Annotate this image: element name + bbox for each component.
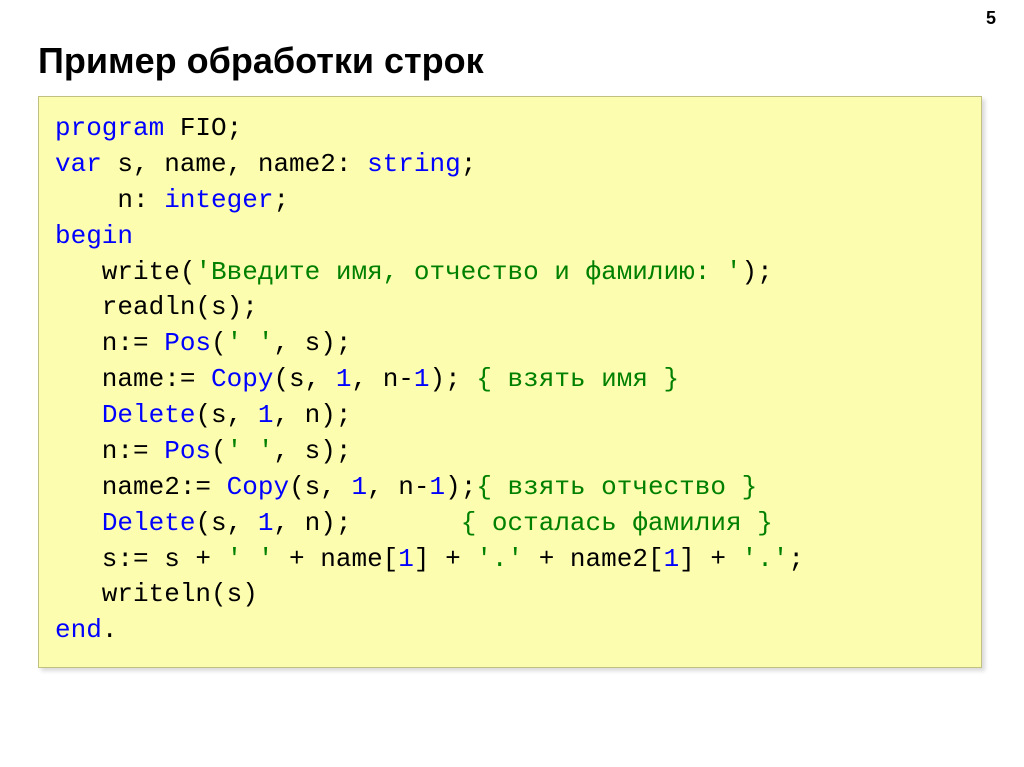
number: 1: [414, 364, 430, 394]
comment: { взять имя }: [476, 364, 679, 394]
text: name:=: [55, 364, 211, 394]
fn-delete: Delete: [102, 400, 196, 430]
text: (: [211, 436, 227, 466]
text: n:=: [55, 328, 164, 358]
text: n:=: [55, 436, 164, 466]
fn-pos: Pos: [164, 328, 211, 358]
text: .: [102, 615, 118, 645]
text: + name[: [273, 544, 398, 574]
string-literal: ' ': [227, 328, 274, 358]
number: 1: [664, 544, 680, 574]
fn-copy: Copy: [227, 472, 289, 502]
text: name2:=: [55, 472, 227, 502]
text: s:= s +: [55, 544, 227, 574]
string-literal: ' ': [227, 544, 274, 574]
text: + name2[: [523, 544, 663, 574]
kw-begin: begin: [55, 221, 133, 251]
kw-string: string: [367, 149, 461, 179]
number: 1: [258, 400, 274, 430]
number: 1: [258, 508, 274, 538]
text: write(: [55, 257, 195, 287]
comment: { осталась фамилия }: [461, 508, 773, 538]
string-literal: 'Введите имя, отчество и фамилию: ': [195, 257, 741, 287]
text: , s);: [273, 328, 351, 358]
code-line: Delete(s, 1, n); { осталась фамилия }: [55, 506, 965, 542]
comment: { взять отчество }: [476, 472, 757, 502]
text: (s,: [195, 508, 257, 538]
text: , n);: [273, 508, 460, 538]
text: , n-: [367, 472, 429, 502]
code-line: begin: [55, 219, 965, 255]
code-line: Delete(s, 1, n);: [55, 398, 965, 434]
text: );: [742, 257, 773, 287]
text: readln(s);: [55, 292, 258, 322]
kw-integer: integer: [164, 185, 273, 215]
text: , s);: [273, 436, 351, 466]
code-line: program FIO;: [55, 111, 965, 147]
text: (s,: [273, 364, 335, 394]
text: [55, 508, 102, 538]
page-number: 5: [986, 8, 996, 29]
text: s, name, name2:: [102, 149, 367, 179]
text: writeln(s): [55, 579, 258, 609]
text: ;: [461, 149, 477, 179]
text: FIO;: [164, 113, 242, 143]
code-line: name2:= Copy(s, 1, n-1);{ взять отчество…: [55, 470, 965, 506]
kw-program: program: [55, 113, 164, 143]
code-line: end.: [55, 613, 965, 649]
text: , n);: [273, 400, 351, 430]
number: 1: [430, 472, 446, 502]
code-line: var s, name, name2: string;: [55, 147, 965, 183]
code-line: readln(s);: [55, 290, 965, 326]
fn-copy: Copy: [211, 364, 273, 394]
string-literal: '.': [476, 544, 523, 574]
text: ] +: [414, 544, 476, 574]
text: , n-: [351, 364, 413, 394]
text: n:: [55, 185, 164, 215]
text: );: [430, 364, 477, 394]
text: (s,: [289, 472, 351, 502]
code-block: program FIO; var s, name, name2: string;…: [38, 96, 982, 668]
text: [55, 400, 102, 430]
code-line: s:= s + ' ' + name[1] + '.' + name2[1] +…: [55, 542, 965, 578]
string-literal: '.': [742, 544, 789, 574]
string-literal: ' ': [227, 436, 274, 466]
kw-end: end: [55, 615, 102, 645]
fn-delete: Delete: [102, 508, 196, 538]
kw-var: var: [55, 149, 102, 179]
text: );: [445, 472, 476, 502]
code-line: n:= Pos(' ', s);: [55, 326, 965, 362]
number: 1: [351, 472, 367, 502]
code-line: n:= Pos(' ', s);: [55, 434, 965, 470]
code-line: n: integer;: [55, 183, 965, 219]
code-line: writeln(s): [55, 577, 965, 613]
fn-pos: Pos: [164, 436, 211, 466]
number: 1: [398, 544, 414, 574]
text: ;: [273, 185, 289, 215]
text: ] +: [679, 544, 741, 574]
code-line: write('Введите имя, отчество и фамилию: …: [55, 255, 965, 291]
text: (s,: [195, 400, 257, 430]
code-line: name:= Copy(s, 1, n-1); { взять имя }: [55, 362, 965, 398]
slide-title: Пример обработки строк: [38, 40, 484, 82]
number: 1: [336, 364, 352, 394]
text: ;: [788, 544, 804, 574]
text: (: [211, 328, 227, 358]
